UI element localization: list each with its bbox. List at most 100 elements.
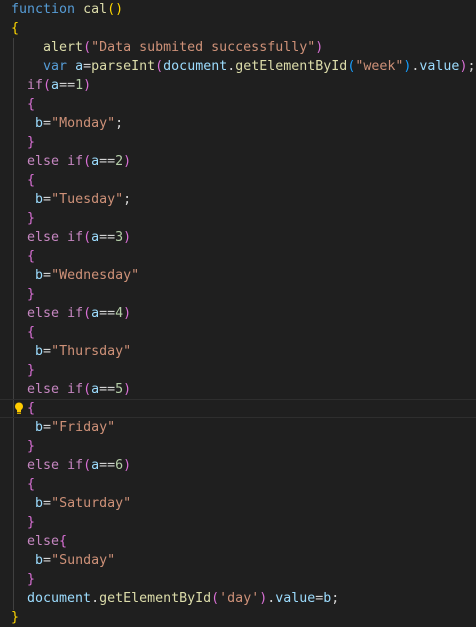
code-line[interactable]: } <box>0 608 19 627</box>
code-token: a <box>91 382 100 397</box>
code-token: document <box>27 591 92 606</box>
code-token: b <box>35 116 44 131</box>
code-line[interactable]: b="Saturday" <box>0 494 131 513</box>
code-token: } <box>11 610 20 625</box>
code-token: == <box>59 78 76 93</box>
code-line[interactable]: } <box>0 513 35 532</box>
code-token: "Wednesday" <box>51 268 140 283</box>
code-token: 1 <box>75 78 84 93</box>
code-token: getElementById <box>235 59 348 74</box>
code-token: "Thursday" <box>51 344 132 359</box>
code-line[interactable]: b="Thursday" <box>0 342 131 361</box>
code-token: var <box>43 59 68 74</box>
code-token: } <box>27 572 36 587</box>
code-token: else <box>27 230 60 245</box>
code-line[interactable]: function cal() <box>0 0 123 19</box>
code-token: a <box>91 306 100 321</box>
code-editor[interactable]: function cal() { alert("Data submited suc… <box>0 0 476 625</box>
code-token: == <box>99 458 116 473</box>
code-token: if <box>67 154 84 169</box>
code-line[interactable]: alert("Data submited successfully") <box>0 38 323 57</box>
code-line[interactable]: } <box>0 133 35 152</box>
code-token: == <box>99 154 116 169</box>
code-token: () <box>107 2 124 17</box>
code-line[interactable]: b="Sunday" <box>0 551 115 570</box>
code-token: ( <box>83 40 92 55</box>
code-line[interactable]: b="Friday" <box>0 418 115 437</box>
code-line[interactable]: { <box>0 247 35 266</box>
code-line[interactable]: { <box>0 399 476 418</box>
code-token: "Tuesday" <box>51 192 124 207</box>
code-line[interactable]: else if(a==2) <box>0 152 131 171</box>
code-line[interactable]: { <box>0 475 35 494</box>
code-line[interactable]: { <box>0 171 35 190</box>
code-token: ) <box>123 306 132 321</box>
code-line[interactable]: else if(a==6) <box>0 456 131 475</box>
code-token: cal <box>83 2 108 17</box>
code-token: 'day' <box>219 591 260 606</box>
code-line[interactable]: } <box>0 285 35 304</box>
code-token: getElementById <box>99 591 212 606</box>
code-token: = <box>43 344 52 359</box>
code-token: 4 <box>115 306 124 321</box>
code-token: b <box>35 268 44 283</box>
code-token: = <box>43 420 52 435</box>
code-line[interactable]: else if(a==3) <box>0 228 131 247</box>
code-line[interactable]: } <box>0 209 35 228</box>
code-token: ( <box>83 306 92 321</box>
code-token: value <box>275 591 316 606</box>
code-line[interactable]: } <box>0 361 35 380</box>
code-token: document <box>163 59 228 74</box>
code-line[interactable]: document.getElementById('day').value=b; <box>0 589 339 608</box>
code-line[interactable]: { <box>0 19 19 38</box>
code-token: else <box>27 458 60 473</box>
code-token: a <box>75 59 84 74</box>
code-token: parseInt <box>91 59 156 74</box>
code-token: a <box>91 230 100 245</box>
code-token: = <box>43 192 52 207</box>
code-token: if <box>67 382 84 397</box>
code-line[interactable]: { <box>0 323 35 342</box>
code-token: == <box>99 230 116 245</box>
code-line[interactable]: var a=parseInt(document.getElementById("… <box>0 57 475 76</box>
code-line[interactable]: b="Monday"; <box>0 114 123 133</box>
code-token: "Data submited successfully" <box>91 40 316 55</box>
code-token: = <box>43 553 52 568</box>
code-line[interactable]: if(a==1) <box>0 76 91 95</box>
code-line[interactable]: else if(a==4) <box>0 304 131 323</box>
code-token: { <box>11 21 20 36</box>
code-token: if <box>67 458 84 473</box>
code-token: ( <box>83 230 92 245</box>
code-token: else <box>27 534 60 549</box>
code-line[interactable]: b="Tuesday"; <box>0 190 131 209</box>
code-line[interactable]: else{ <box>0 532 67 551</box>
code-line[interactable]: } <box>0 437 35 456</box>
code-line[interactable]: { <box>0 95 35 114</box>
code-token: if <box>67 230 84 245</box>
code-line[interactable]: else if(a==5) <box>0 380 131 399</box>
code-line[interactable]: } <box>0 570 35 589</box>
code-token: a <box>91 458 100 473</box>
code-token: ( <box>83 382 92 397</box>
code-line[interactable]: b="Wednesday" <box>0 266 139 285</box>
